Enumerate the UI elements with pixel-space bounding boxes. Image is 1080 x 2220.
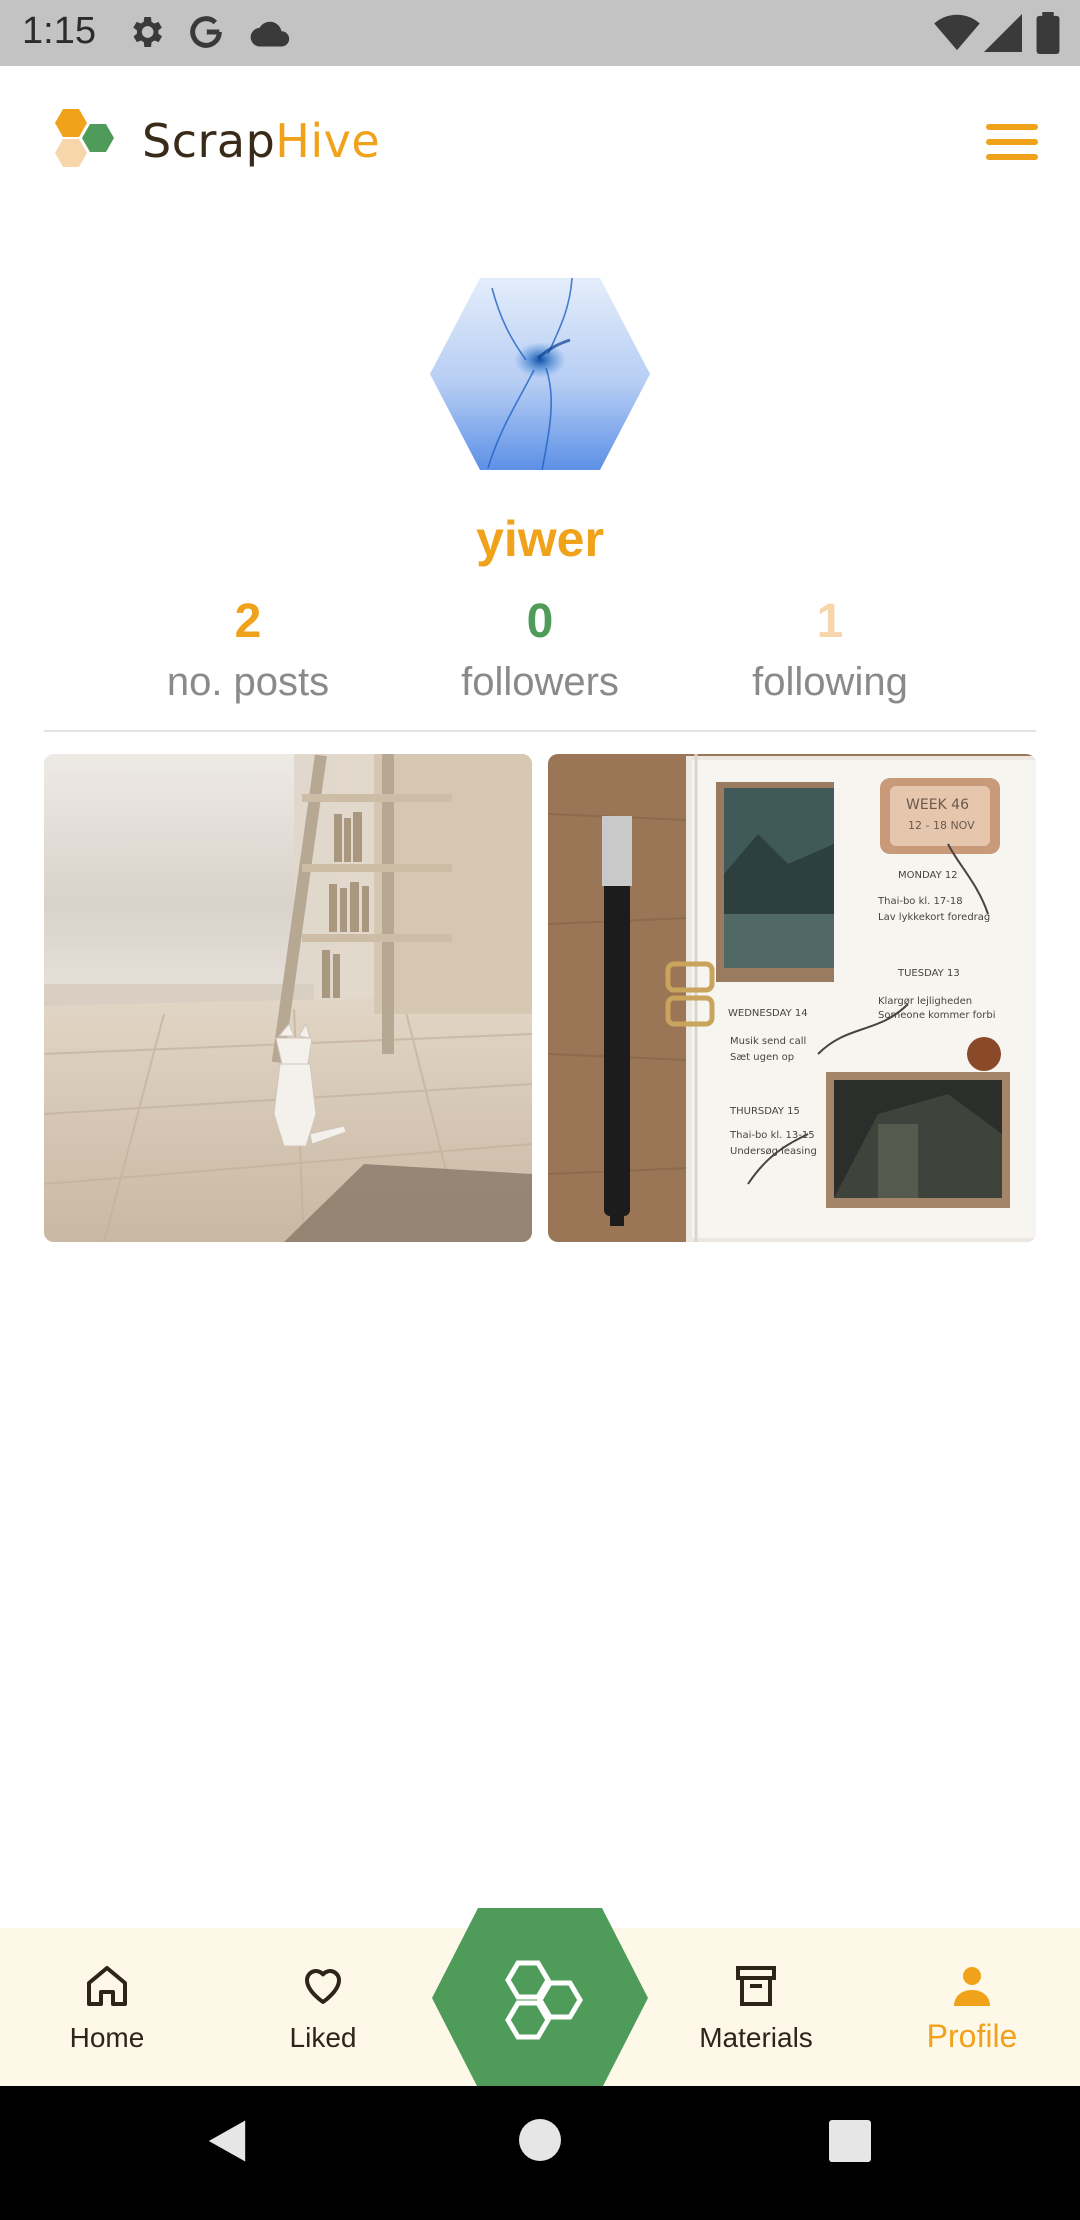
app-header: ScrapHive: [0, 66, 1080, 226]
settings-icon: [133, 17, 162, 47]
svg-text:Klargør lejligheden: Klargør lejligheden: [878, 996, 972, 1007]
followers-stat[interactable]: 0 followers: [410, 590, 670, 710]
recents-square-icon[interactable]: [829, 2120, 871, 2162]
brand-name-hive: Hive: [275, 114, 381, 168]
archive-box-icon: [736, 1966, 776, 2006]
bullet-journal-spread-image: WEEK 46 12 - 18 NOV MONDAY 12 Thai-bo kl…: [548, 754, 1036, 1242]
cloud-icon: [250, 21, 290, 47]
divider: [44, 730, 1036, 732]
svg-text:WEEK 46: WEEK 46: [906, 797, 969, 813]
nav-home-label: Home: [69, 2022, 145, 2053]
svg-text:Thai-bo kl. 13-15: Thai-bo kl. 13-15: [729, 1130, 815, 1141]
nav-home[interactable]: Home: [17, 1928, 197, 2086]
svg-text:Thai-bo kl. 17-18: Thai-bo kl. 17-18: [877, 896, 963, 907]
hamburger-menu-icon[interactable]: [986, 124, 1038, 164]
signal-icon: [984, 14, 1022, 52]
battery-icon: [1036, 12, 1060, 54]
status-time: 1:15: [22, 10, 96, 52]
heart-icon: [305, 1969, 341, 2004]
posts-label: no. posts: [166, 660, 330, 704]
nav-materials[interactable]: Materials: [666, 1928, 846, 2086]
svg-text:WEDNESDAY 14: WEDNESDAY 14: [728, 1008, 808, 1019]
nav-liked[interactable]: Liked: [233, 1928, 413, 2086]
following-count: 1: [816, 595, 844, 648]
back-icon[interactable]: [204, 2116, 250, 2166]
status-bar: 1:15: [0, 0, 1080, 66]
svg-text:12 - 18 NOV: 12 - 18 NOV: [908, 819, 975, 832]
nav-materials-label: Materials: [699, 2022, 813, 2053]
nav-profile[interactable]: Profile: [882, 1928, 1062, 2086]
scraphive-logo-icon: [55, 109, 114, 167]
wifi-icon: [934, 14, 980, 51]
person-icon: [954, 1967, 990, 2006]
profile-avatar[interactable]: [430, 278, 650, 470]
post-thumbnail-room-cat[interactable]: [44, 754, 532, 1242]
svg-text:Sæt ugen op: Sæt ugen op: [730, 1052, 794, 1063]
system-navigation-bar: [0, 2086, 1080, 2220]
google-icon: [190, 16, 222, 48]
brand-name: ScrapHive: [142, 114, 380, 168]
svg-text:Lav lykkekort foredrag: Lav lykkekort foredrag: [878, 912, 990, 923]
post-thumbnail-journal[interactable]: WEEK 46 12 - 18 NOV MONDAY 12 Thai-bo kl…: [548, 754, 1036, 1242]
posts-stat[interactable]: 2 no. posts: [118, 590, 378, 710]
svg-text:Musik send call: Musik send call: [730, 1036, 806, 1047]
followers-count: 0: [526, 595, 554, 648]
home-circle-icon[interactable]: [519, 2119, 561, 2161]
following-stat[interactable]: 1 following: [700, 590, 960, 710]
room-with-paper-cat-image: [44, 754, 532, 1242]
nav-liked-label: Liked: [289, 2022, 357, 2053]
home-icon: [87, 1966, 127, 2006]
brand-name-scrap: Scrap: [142, 114, 276, 168]
profile-username: yiwer: [476, 511, 604, 567]
nav-profile-label: Profile: [926, 2018, 1018, 2054]
following-label: following: [752, 660, 908, 704]
svg-text:MONDAY 12: MONDAY 12: [898, 870, 958, 881]
posts-count: 2: [234, 595, 262, 648]
svg-text:THURSDAY 15: THURSDAY 15: [729, 1106, 800, 1117]
svg-text:TUESDAY 13: TUESDAY 13: [897, 968, 960, 979]
hive-create-button[interactable]: [432, 1908, 648, 2088]
followers-label: followers: [461, 660, 619, 704]
